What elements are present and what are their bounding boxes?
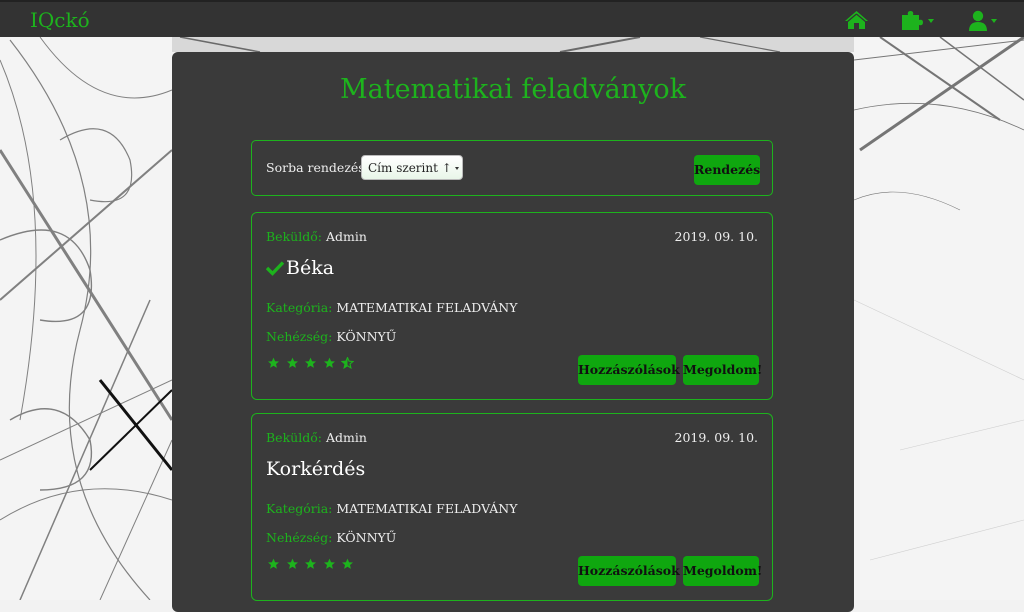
- star-icon: [286, 558, 298, 569]
- comments-button[interactable]: Hozzászólások: [578, 355, 680, 385]
- star-icon: [268, 558, 279, 569]
- task-title-text: Béka: [286, 257, 335, 279]
- submitter-label: Beküldő:: [266, 229, 322, 244]
- sort-bar: Sorba rendezés: Cím szerint ↑ Rendezés: [251, 140, 773, 196]
- check-icon: [266, 261, 284, 276]
- sort-select[interactable]: Cím szerint ↑: [361, 155, 463, 180]
- submitter-name: Admin: [325, 430, 367, 445]
- difficulty-label: Nehézség:: [266, 530, 333, 545]
- puzzle-dropdown-caret-icon[interactable]: [928, 19, 934, 23]
- task-title-text: Korkérdés: [266, 458, 366, 480]
- star-icon: [305, 357, 316, 368]
- sort-button[interactable]: Rendezés: [694, 155, 760, 185]
- task-title[interactable]: Béka: [266, 257, 334, 279]
- difficulty-line: Nehézség: KÖNNYŰ: [266, 530, 396, 545]
- category-value: MATEMATIKAI FELADVÁNY: [336, 300, 518, 315]
- user-icon[interactable]: [968, 10, 988, 35]
- category-value: MATEMATIKAI FELADVÁNY: [336, 501, 518, 516]
- task-card: Beküldő: Admin 2019. 09. 10. Korkérdés K…: [251, 413, 773, 601]
- category-label: Kategória:: [266, 300, 333, 315]
- brand-logo[interactable]: IQckó: [30, 8, 90, 32]
- navbar: IQckó: [0, 0, 1024, 37]
- user-dropdown-caret-icon[interactable]: [991, 19, 997, 23]
- submitter-line: Beküldő: Admin: [266, 430, 367, 445]
- task-date: 2019. 09. 10.: [674, 229, 759, 244]
- main-panel: Matematikai feladványok Sorba rendezés: …: [172, 52, 854, 612]
- difficulty-value: KÖNNYŰ: [336, 530, 397, 545]
- star-icon: [323, 558, 335, 569]
- task-title[interactable]: Korkérdés: [266, 458, 365, 480]
- task-card: Beküldő: Admin 2019. 09. 10. Béka Kategó…: [251, 212, 773, 400]
- comments-button[interactable]: Hozzászólások: [578, 556, 680, 586]
- chevron-down-icon: [455, 167, 459, 170]
- solve-button[interactable]: Megoldom!: [683, 556, 762, 586]
- solve-button[interactable]: Megoldom!: [683, 355, 762, 385]
- sort-label: Sorba rendezés:: [266, 160, 369, 175]
- page-title: Matematikai feladványok: [339, 74, 687, 105]
- submitter-label: Beküldő:: [266, 430, 322, 445]
- category-line: Kategória: MATEMATIKAI FELADVÁNY: [266, 501, 518, 516]
- puzzle-icon[interactable]: [901, 10, 925, 34]
- sort-select-value: Cím szerint ↑: [368, 161, 452, 175]
- difficulty-line: Nehézség: KÖNNYŰ: [266, 329, 396, 344]
- star-icon: [342, 558, 353, 569]
- star-icon: [268, 357, 279, 368]
- star-icon: [323, 357, 335, 368]
- star-icon: [305, 558, 316, 569]
- star-half-icon: [341, 357, 354, 369]
- home-icon[interactable]: [844, 10, 869, 34]
- difficulty-value: KÖNNYŰ: [336, 329, 397, 344]
- submitter-name: Admin: [325, 229, 367, 244]
- category-label: Kategória:: [266, 501, 333, 516]
- submitter-line: Beküldő: Admin: [266, 229, 367, 244]
- category-line: Kategória: MATEMATIKAI FELADVÁNY: [266, 300, 518, 315]
- task-date: 2019. 09. 10.: [674, 430, 759, 445]
- difficulty-label: Nehézség:: [266, 329, 333, 344]
- star-icon: [286, 357, 298, 368]
